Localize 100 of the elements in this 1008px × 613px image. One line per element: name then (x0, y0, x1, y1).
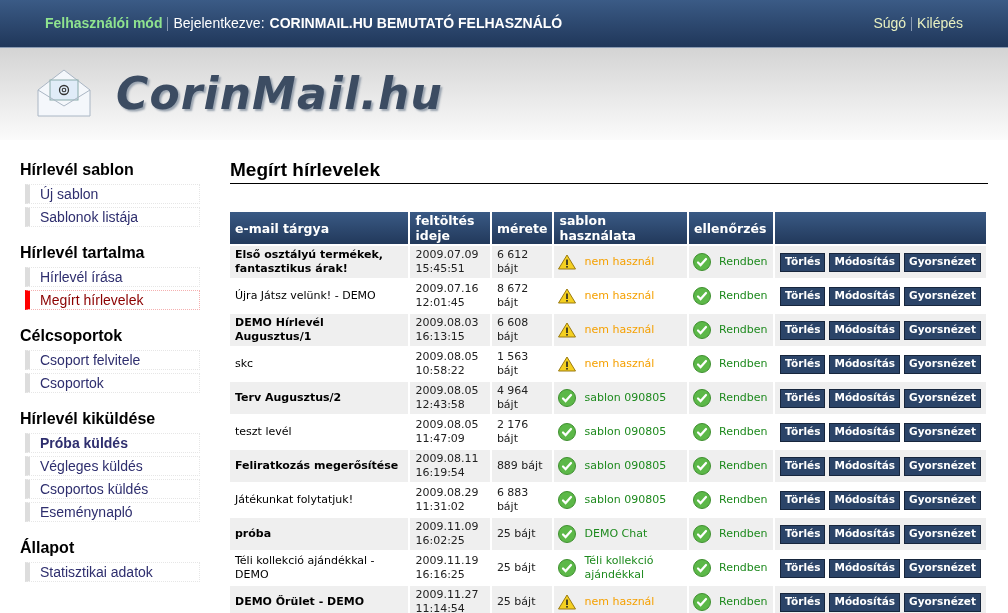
action-button[interactable]: Gyorsnézet (904, 422, 981, 442)
subject-cell: Feliratkozás megerősítése (230, 450, 409, 482)
template-status: nem használ (584, 323, 655, 337)
logged-in-label: Bejelentkezve: (173, 14, 265, 33)
template-status: sablon 090805 (584, 493, 667, 507)
column-header: mérete (491, 212, 553, 244)
action-button[interactable]: Törlés (779, 558, 826, 578)
action-button[interactable]: Módosítás (829, 558, 901, 578)
action-button[interactable]: Törlés (779, 592, 826, 612)
size-cell: 889 bájt (491, 450, 553, 482)
subject-cell: Terv Augusztus/2 (230, 382, 409, 414)
sidebar-item[interactable]: Csoportos küldés (25, 479, 200, 499)
subject-cell: DEMO Őrület - DEMO (230, 586, 409, 613)
action-button[interactable]: Törlés (779, 388, 826, 408)
checkmark-icon (693, 253, 711, 271)
sidebar-item[interactable]: Új sablon (25, 184, 200, 204)
check-status: Rendben (719, 253, 768, 270)
action-button[interactable]: Gyorsnézet (904, 388, 981, 408)
sidebar-item[interactable]: Eseménynapló (25, 502, 200, 522)
action-button[interactable]: Gyorsnézet (904, 286, 981, 306)
size-cell: 6 612 bájt (491, 246, 553, 278)
action-button[interactable]: Gyorsnézet (904, 592, 981, 612)
sidebar-item[interactable]: Csoport felvitele (25, 350, 200, 370)
checkmark-icon (693, 559, 711, 577)
action-button[interactable]: Törlés (779, 490, 826, 510)
date-cell: 2009.08.05 12:43:58 (410, 382, 490, 414)
subject-cell: DEMO Hírlevél Augusztus/1 (230, 314, 409, 346)
sidebar-item[interactable]: Csoportok (25, 373, 200, 393)
warning-icon (558, 254, 577, 270)
sidebar-item[interactable]: Próba küldés (25, 433, 200, 453)
column-header: e-mail tárgya (230, 212, 409, 244)
check-status: Rendben (719, 287, 768, 304)
sidebar-heading: Állapot (20, 538, 76, 558)
action-button[interactable]: Gyorsnézet (904, 524, 981, 544)
action-button[interactable]: Gyorsnézet (904, 558, 981, 578)
checkmark-icon (693, 355, 711, 373)
sidebar-item[interactable]: Hírlevél írása (25, 267, 200, 287)
subject-cell: Első osztályú termékek, fantasztikus árak! (230, 246, 409, 278)
action-button[interactable]: Gyorsnézet (904, 490, 981, 510)
template-status: nem használ (584, 595, 655, 609)
warning-icon (558, 356, 577, 372)
check-status: Rendben (719, 491, 768, 508)
template-status: nem használ (584, 255, 655, 269)
mode-label: Felhasználói mód (45, 14, 163, 33)
action-button[interactable]: Törlés (779, 286, 826, 306)
size-cell: 4 964 bájt (491, 382, 553, 414)
check-status: Rendben (719, 525, 768, 542)
sidebar-item[interactable]: Végleges küldés (25, 456, 200, 476)
template-status: sablon 090805 (584, 459, 667, 473)
sidebar-item[interactable]: Megírt hírlevelek (25, 290, 200, 310)
column-header: sablon használata (554, 212, 687, 244)
check-status: Rendben (719, 593, 768, 610)
action-button[interactable]: Törlés (779, 354, 826, 374)
action-button[interactable]: Módosítás (829, 252, 901, 272)
sidebar-heading: Hírlevél tartalma (20, 243, 146, 263)
page-title: Megírt hírlevelek (230, 158, 988, 184)
check-status: Rendben (719, 321, 768, 338)
warning-icon (558, 594, 577, 610)
action-button[interactable]: Módosítás (829, 286, 901, 306)
checkmark-icon (693, 593, 711, 611)
action-button[interactable]: Módosítás (829, 524, 901, 544)
date-cell: 2009.11.09 16:02:25 (410, 518, 490, 550)
action-button[interactable]: Módosítás (829, 354, 901, 374)
checkmark-icon (558, 491, 577, 509)
size-cell: 6 608 bájt (491, 314, 553, 346)
date-cell: 2009.08.03 16:13:15 (410, 314, 490, 346)
action-button[interactable]: Módosítás (829, 388, 901, 408)
action-button[interactable]: Törlés (779, 524, 826, 544)
template-status: DEMO Chat (584, 527, 648, 541)
checkmark-icon (693, 491, 711, 509)
header-link[interactable]: Kilépés (917, 13, 963, 34)
checkmark-icon (693, 321, 711, 339)
check-status: Rendben (719, 389, 768, 406)
action-button[interactable]: Gyorsnézet (904, 320, 981, 340)
action-button[interactable]: Törlés (779, 422, 826, 442)
action-button[interactable]: Törlés (779, 252, 826, 272)
column-header: feltöltés ideje (410, 212, 490, 244)
action-button[interactable]: Törlés (779, 456, 826, 476)
logo-text: CorinMail.hu (116, 67, 443, 121)
sidebar-item[interactable]: Sablonok listája (25, 207, 200, 227)
action-button[interactable]: Módosítás (829, 592, 901, 612)
action-button[interactable]: Módosítás (829, 320, 901, 340)
template-status: Téli kollekció ajándékkal (584, 554, 655, 582)
action-button[interactable]: Módosítás (829, 490, 901, 510)
action-button[interactable]: Gyorsnézet (904, 354, 981, 374)
checkmark-icon (693, 525, 711, 543)
action-button[interactable]: Módosítás (829, 456, 901, 476)
check-status: Rendben (719, 423, 768, 440)
action-button[interactable]: Módosítás (829, 422, 901, 442)
sidebar-heading: Célcsoportok (20, 326, 124, 346)
size-cell: 25 bájt (491, 518, 553, 550)
action-button[interactable]: Törlés (779, 320, 826, 340)
sidebar-item[interactable]: Statisztikai adatok (25, 562, 200, 582)
subject-cell: próba (230, 518, 409, 550)
check-status: Rendben (719, 559, 768, 576)
action-button[interactable]: Gyorsnézet (904, 252, 981, 272)
size-cell: 25 bájt (491, 586, 553, 613)
action-button[interactable]: Gyorsnézet (904, 456, 981, 476)
header-link[interactable]: Súgó (873, 13, 907, 34)
checkmark-icon (693, 423, 711, 441)
